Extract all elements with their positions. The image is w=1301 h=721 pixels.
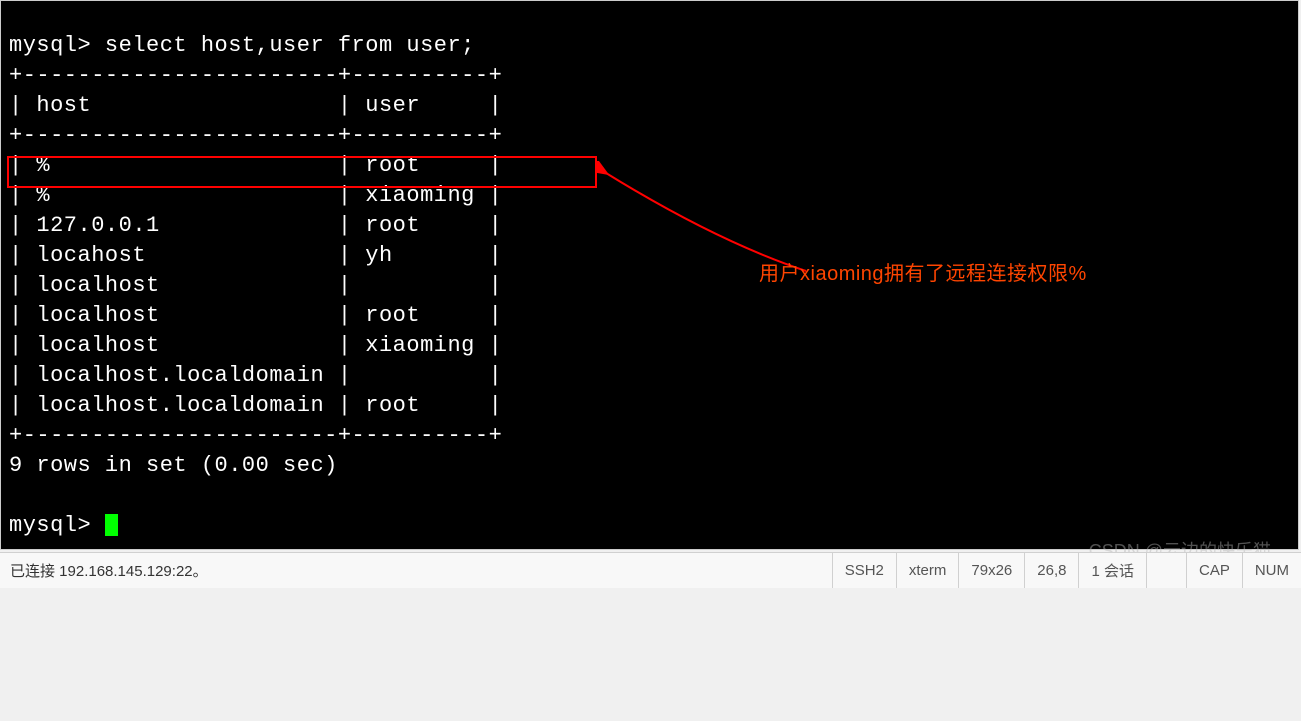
table-row: | localhost.localdomain | |	[9, 363, 502, 388]
separator-bottom: +-----------------------+----------+	[9, 423, 502, 448]
status-cap: CAP	[1186, 553, 1242, 588]
summary-line: 9 rows in set (0.00 sec)	[9, 453, 338, 478]
mysql-prompt: mysql>	[9, 513, 105, 538]
table-row: | 127.0.0.1 | root |	[9, 213, 502, 238]
status-blank	[1146, 553, 1186, 588]
status-pos: 26,8	[1024, 553, 1078, 588]
table-row: | locahost | yh |	[9, 243, 502, 268]
annotation-text: 用户xiaoming拥有了远程连接权限%	[759, 259, 1087, 289]
table-row: | % | xiaoming |	[9, 183, 502, 208]
status-protocol: SSH2	[832, 553, 896, 588]
status-size: 79x26	[958, 553, 1024, 588]
table-row: | localhost | root |	[9, 303, 502, 328]
status-num: NUM	[1242, 553, 1301, 588]
status-connected: 已连接 192.168.145.129:22。	[0, 560, 832, 581]
separator-top: +-----------------------+----------+	[9, 63, 502, 88]
separator-mid: +-----------------------+----------+	[9, 123, 502, 148]
table-row: | localhost.localdomain | root |	[9, 393, 502, 418]
status-term: xterm	[896, 553, 959, 588]
status-bar: 已连接 192.168.145.129:22。 SSH2 xterm 79x26…	[0, 552, 1301, 588]
terminal-output[interactable]: mysql> select host,user from user; +----…	[0, 0, 1299, 550]
header-row: | host | user |	[9, 93, 502, 118]
status-sessions: 1 会话	[1078, 553, 1146, 588]
table-row: | % | root |	[9, 153, 502, 178]
table-row: | localhost | xiaoming |	[9, 333, 502, 358]
table-row: | localhost | |	[9, 273, 502, 298]
cursor-icon	[105, 514, 118, 536]
query-line: mysql> select host,user from user;	[9, 33, 475, 58]
